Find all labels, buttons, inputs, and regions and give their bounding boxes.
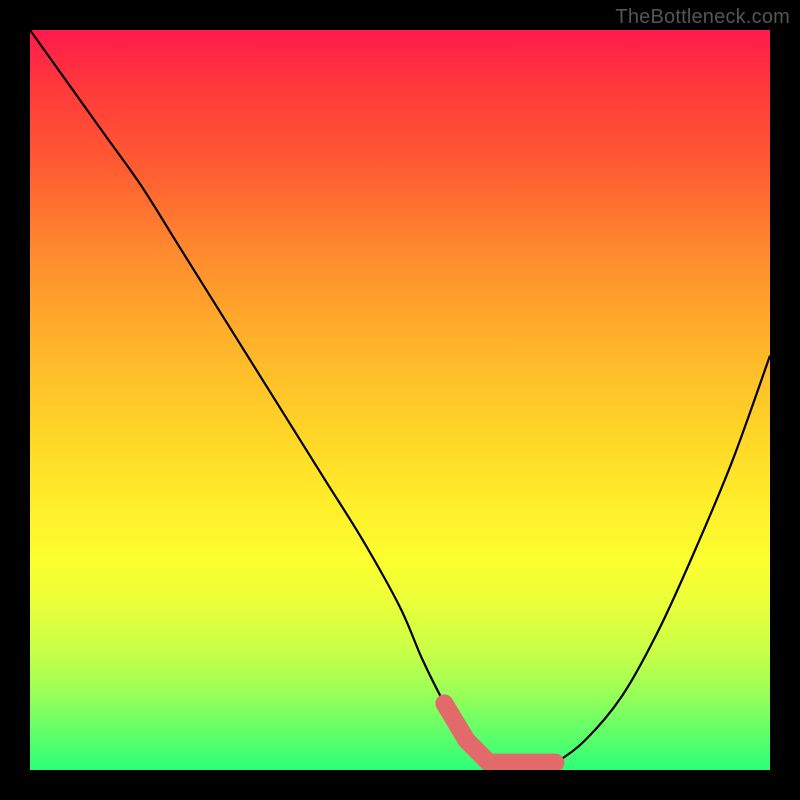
trough-marker [444, 703, 555, 762]
bottleneck-curve [30, 30, 770, 770]
watermark-text: TheBottleneck.com [615, 6, 790, 29]
curve-layer [30, 30, 770, 770]
plot-area [30, 30, 770, 770]
chart-frame: TheBottleneck.com line [0, 0, 800, 800]
